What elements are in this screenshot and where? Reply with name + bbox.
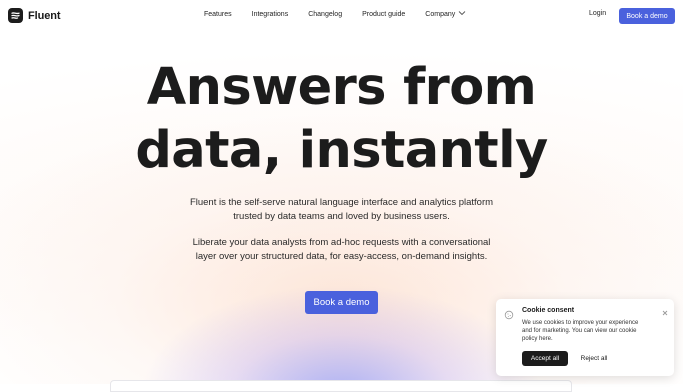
nav-link-product-guide[interactable]: Product guide: [362, 11, 405, 18]
accept-all-button[interactable]: Accept all: [522, 351, 568, 366]
nav-link-integrations[interactable]: Integrations: [252, 11, 289, 18]
hero-book-demo-button[interactable]: Book a demo: [305, 291, 378, 314]
login-link[interactable]: Login: [589, 10, 606, 17]
nav-link-features[interactable]: Features: [204, 11, 232, 18]
nav-link-company: Company: [425, 10, 456, 18]
nav-book-demo-button[interactable]: Book a demo: [619, 8, 675, 24]
hero-description-line-1: Fluent is the self-serve natural languag…: [189, 197, 494, 208]
hero-subdescription-line-2: layer over your structured data, for eas…: [195, 250, 488, 262]
cookie-message-line-2: and for marketing. You can view our cook…: [522, 328, 637, 334]
hero-subdescription: Liberate your data analysts from ad-hoc …: [0, 236, 683, 263]
cookie-consent-banner: Cookie consent We use cookies to improve…: [496, 299, 674, 376]
hero-title-line-2: data, instantly: [135, 121, 548, 180]
fluent-logo-icon: [8, 8, 23, 23]
close-icon[interactable]: [661, 304, 669, 322]
cookie-title: Cookie consent: [522, 307, 575, 314]
product-preview-frame: [110, 380, 572, 392]
brand-name: Fluent: [28, 9, 61, 22]
nav-link-changelog[interactable]: Changelog: [308, 11, 342, 18]
hero-description-line-2: trusted by data teams and loved by busin…: [233, 210, 450, 222]
hero-title: Answers from data, instantly: [0, 56, 683, 182]
top-navbar: Fluent Features Integrations Changelog P…: [0, 0, 683, 31]
brand-logo[interactable]: Fluent: [8, 8, 61, 23]
chevron-down-icon: [458, 10, 466, 18]
reject-all-button[interactable]: Reject all: [576, 351, 612, 366]
cookie-message-line-1: We use cookies to improve your experienc…: [522, 320, 639, 326]
nav-company-dropdown[interactable]: Company: [425, 10, 466, 18]
hero-title-line-1: Answers from: [146, 58, 537, 117]
hero-description: Fluent is the self-serve natural languag…: [0, 196, 683, 223]
cookie-message: We use cookies to improve your experienc…: [522, 319, 662, 343]
main-nav: Features Integrations Changelog Product …: [204, 10, 466, 18]
cookie-icon: [504, 307, 514, 325]
hero-subdescription-line-1: Liberate your data analysts from ad-hoc …: [192, 237, 491, 248]
cookie-policy-link[interactable]: policy here.: [522, 335, 662, 343]
